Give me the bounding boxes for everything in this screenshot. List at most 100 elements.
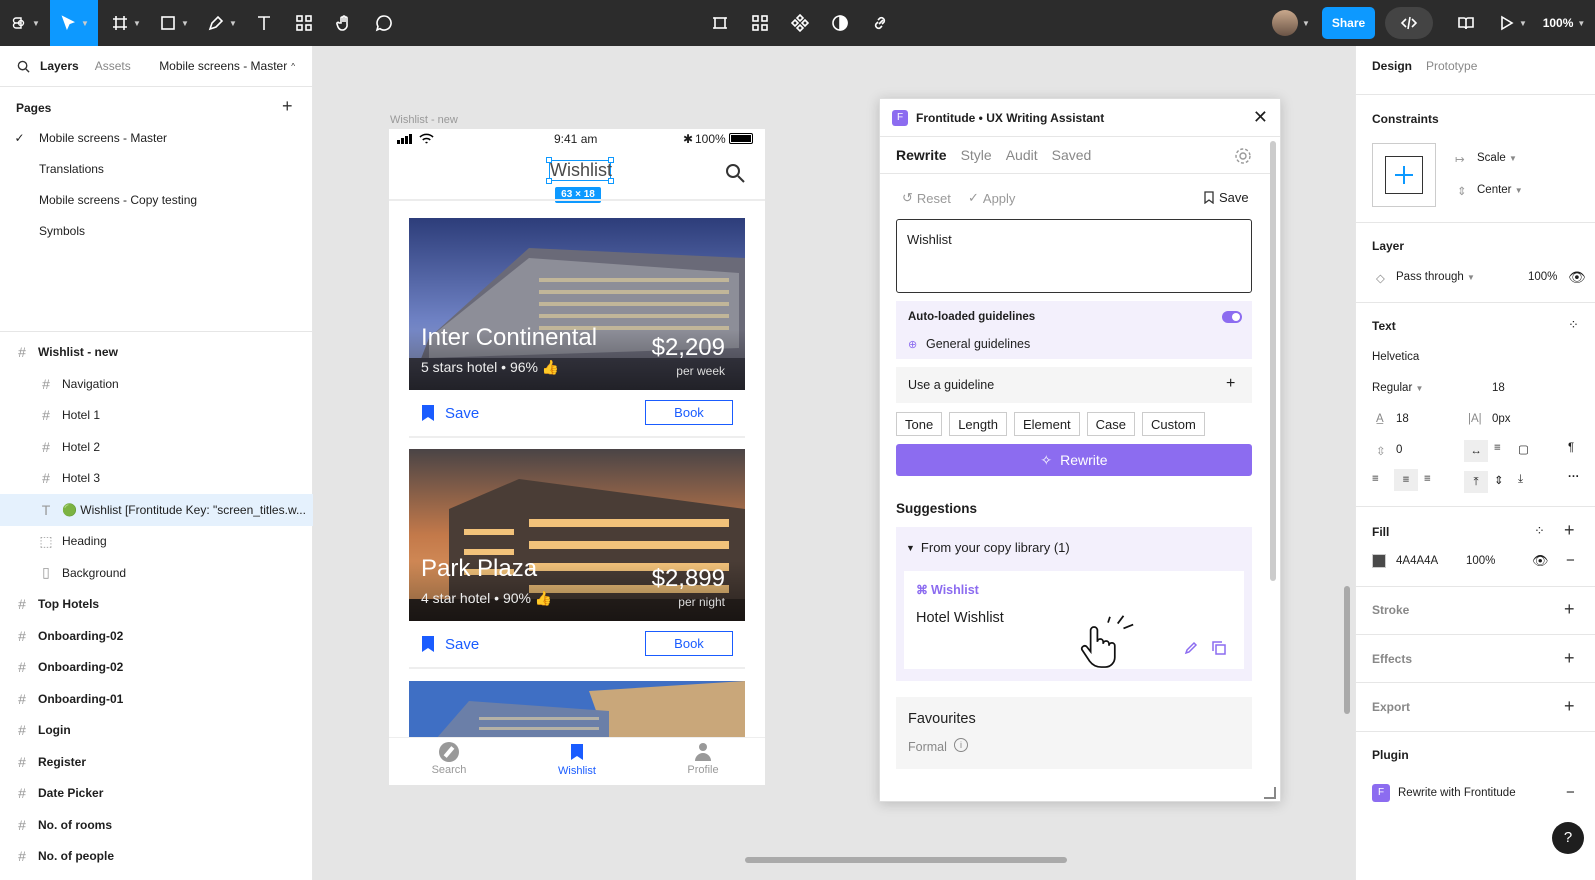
layer-row[interactable]: # Hotel 2: [0, 431, 313, 463]
link-button[interactable]: [866, 0, 894, 46]
grid-button[interactable]: [746, 0, 774, 46]
align-center-icon[interactable]: ≡: [1394, 469, 1418, 491]
add-guideline-icon[interactable]: +: [1226, 375, 1235, 393]
tab-style[interactable]: Style: [961, 147, 992, 163]
paragraph-spacing[interactable]: 0: [1396, 444, 1402, 456]
horizontal-constraint[interactable]: Scale ▼: [1477, 152, 1517, 164]
close-icon[interactable]: ✕: [1253, 107, 1268, 128]
canvas[interactable]: Wishlist - new 9:41 am ✱ 100% Wishlist 6…: [313, 46, 1355, 880]
font-size[interactable]: 18: [1492, 382, 1505, 394]
frame-tool-button[interactable]: ▼: [106, 0, 146, 46]
use-guideline-row[interactable]: Use a guideline +: [896, 367, 1252, 403]
layer-row[interactable]: # No. of rooms: [0, 809, 313, 841]
vertical-constraint[interactable]: Center ▼: [1477, 184, 1523, 196]
layer-row[interactable]: # Onboarding-02: [0, 651, 313, 683]
align-right-icon[interactable]: ≡: [1424, 473, 1431, 485]
tab-layers[interactable]: Layers: [40, 59, 79, 73]
info-icon[interactable]: i: [954, 738, 968, 752]
resize-handle[interactable]: [546, 157, 552, 163]
screen-title[interactable]: Wishlist: [549, 160, 612, 181]
remove-fill-icon[interactable]: −: [1566, 552, 1575, 569]
layer-row[interactable]: # Navigation: [0, 368, 313, 400]
book-button[interactable]: Book: [645, 631, 733, 656]
layer-row[interactable]: # Onboarding-01: [0, 683, 313, 715]
layer-row[interactable]: # Hotel 1: [0, 399, 313, 431]
auto-guidelines-toggle[interactable]: [1222, 311, 1242, 323]
font-weight-select[interactable]: Regular ▼: [1372, 382, 1423, 394]
save-button[interactable]: Save: [1204, 190, 1249, 205]
help-button[interactable]: ?: [1552, 822, 1584, 854]
page-item[interactable]: Translations: [0, 153, 313, 185]
add-fill-icon[interactable]: +: [1564, 521, 1575, 539]
layer-row[interactable]: # Date Picker: [0, 777, 313, 809]
crop-button[interactable]: [706, 0, 734, 46]
tab-design[interactable]: Design: [1372, 59, 1412, 73]
plugin-scrollbar[interactable]: [1270, 141, 1276, 581]
line-height[interactable]: 18: [1396, 413, 1409, 425]
tab-wishlist[interactable]: Wishlist: [549, 742, 605, 777]
text-tool-button[interactable]: [250, 0, 278, 46]
resize-handle[interactable]: [546, 178, 552, 184]
layer-row[interactable]: # No. of people: [0, 840, 313, 872]
fixed-size-icon[interactable]: ▢: [1518, 442, 1529, 456]
rewrite-button[interactable]: ✧ Rewrite: [896, 444, 1252, 476]
layer-row[interactable]: # Register: [0, 746, 313, 778]
component-button[interactable]: [786, 0, 814, 46]
share-button[interactable]: Share: [1322, 7, 1375, 39]
add-stroke-icon[interactable]: +: [1564, 600, 1575, 618]
layer-row[interactable]: # Top Hotels: [0, 588, 313, 620]
zoom-menu[interactable]: 100% ▼: [1538, 0, 1590, 46]
shape-tool-button[interactable]: ▼: [154, 0, 194, 46]
edit-icon[interactable]: [1184, 641, 1198, 655]
more-options-icon[interactable]: ···: [1568, 471, 1580, 483]
hand-tool-button[interactable]: [330, 0, 358, 46]
avatar[interactable]: ▼: [1266, 0, 1316, 46]
layer-row[interactable]: # Onboarding-02: [0, 620, 313, 652]
gear-icon[interactable]: [1234, 147, 1252, 165]
save-button[interactable]: Save: [421, 404, 479, 422]
copy-input[interactable]: Wishlist: [896, 219, 1252, 293]
constraints-widget[interactable]: [1372, 143, 1436, 207]
fill-hex[interactable]: 4A4A4A: [1396, 555, 1438, 567]
eye-icon[interactable]: 👁: [1568, 269, 1586, 286]
main-menu-button[interactable]: ▼: [6, 0, 44, 46]
layer-row[interactable]: # Login: [0, 714, 313, 746]
remove-plugin-icon[interactable]: −: [1566, 784, 1575, 801]
move-tool-button[interactable]: ▼: [50, 0, 98, 46]
page-item[interactable]: Mobile screens - Copy testing: [0, 184, 313, 216]
align-middle-icon[interactable]: ⇕: [1494, 473, 1504, 487]
tab-audit[interactable]: Audit: [1006, 147, 1038, 163]
layer-row[interactable]: ▯ Background: [0, 557, 313, 589]
save-button[interactable]: Save: [421, 635, 479, 653]
text-styles-icon[interactable]: ⁘: [1568, 317, 1579, 333]
tab-search[interactable]: Search: [421, 742, 477, 776]
general-guidelines-label[interactable]: General guidelines: [926, 337, 1030, 351]
layer-opacity[interactable]: 100%: [1528, 271, 1557, 283]
comment-tool-button[interactable]: [370, 0, 398, 46]
resources-button[interactable]: [290, 0, 318, 46]
layer-row[interactable]: # Wishlist - new: [0, 336, 313, 368]
wishlist-frame[interactable]: 9:41 am ✱ 100% Wishlist 63 × 18 Inter Co…: [389, 129, 765, 785]
option-chip[interactable]: Length: [949, 412, 1007, 436]
book-button[interactable]: Book: [645, 400, 733, 425]
add-page-icon[interactable]: +: [282, 97, 293, 115]
tab-rewrite[interactable]: Rewrite: [896, 147, 947, 163]
fill-styles-icon[interactable]: ⁘: [1534, 523, 1545, 539]
page-item[interactable]: ✓ Mobile screens - Master: [0, 122, 313, 154]
plugin-item[interactable]: Rewrite with Frontitude: [1398, 787, 1516, 799]
fill-opacity[interactable]: 100%: [1466, 555, 1495, 567]
tab-saved[interactable]: Saved: [1052, 147, 1092, 163]
letter-spacing[interactable]: 0px: [1492, 413, 1511, 425]
paragraph-icon[interactable]: ¶: [1568, 442, 1574, 454]
option-chip[interactable]: Custom: [1142, 412, 1205, 436]
frame-label[interactable]: Wishlist - new: [390, 114, 458, 126]
apply-button[interactable]: ✓ Apply: [968, 190, 1015, 206]
layer-row[interactable]: ⬚ Heading: [0, 525, 313, 557]
page-switcher[interactable]: Mobile screens - Master ^: [159, 59, 295, 73]
resize-handle[interactable]: [608, 178, 614, 184]
copy-icon[interactable]: [1212, 641, 1226, 655]
fill-swatch[interactable]: [1372, 554, 1386, 568]
option-chip[interactable]: Tone: [896, 412, 943, 436]
blend-mode-select[interactable]: Pass through ▼: [1396, 271, 1475, 283]
page-item[interactable]: Symbols: [0, 215, 313, 247]
